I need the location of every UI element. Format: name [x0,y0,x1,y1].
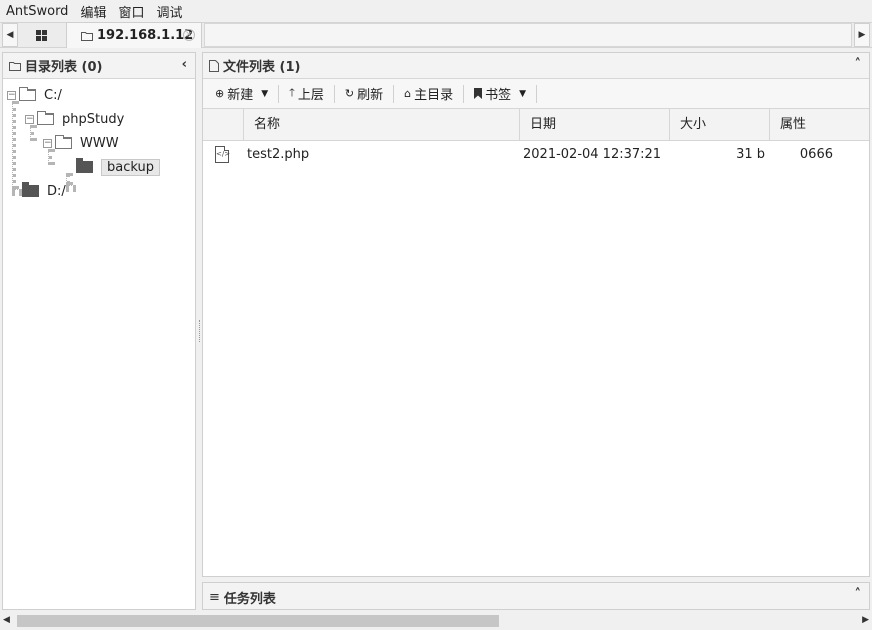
file-list-panel-header: 文件列表 (1) ˄ [203,53,869,79]
task-list-panel: ≡ 任务列表 ˄ [202,582,870,610]
home-button[interactable]: ⌂ 主目录 [396,83,461,105]
list-icon: ≡ [209,589,220,605]
tree-line [66,173,70,185]
tree-node-phpstudy[interactable]: − phpStudy [25,109,124,129]
folder-outline-icon [9,61,21,71]
refresh-icon: ↻ [344,87,355,100]
tree-node-label: phpStudy [62,111,125,127]
menu-edit[interactable]: 编辑 [80,2,106,21]
file-outline-icon [209,59,219,72]
tree-node-label: C:/ [44,87,62,103]
scroll-right-icon[interactable]: ▶ [862,615,869,625]
menu-antsword[interactable]: AntSword [6,4,68,19]
file-grid-header: 名称 日期 大小 属性 [203,109,869,141]
tab-label: 192.168.1.12 [97,28,194,43]
scroll-left-icon[interactable]: ◀ [3,615,10,625]
column-header-name[interactable]: 名称 [243,109,519,140]
directory-panel: 目录列表 (0) ‹ − C:/ − phpStudy − WWW backup [2,52,196,610]
tab-shell-session[interactable]: 192.168.1.12 × [66,22,202,48]
table-row[interactable]: </> test2.php 2021-02-04 12:37:21 31 b 0… [203,141,869,169]
toolbar-divider [333,84,335,103]
toolbar-divider [536,84,538,103]
folder-open-icon [37,111,54,125]
bookmark-button-label: 书签 [485,88,512,103]
folder-outline-icon [81,31,93,41]
tab-strip-empty [204,23,852,47]
collapse-icon[interactable]: − [43,138,52,148]
tree-node-c-drive[interactable]: − C:/ [7,85,62,105]
directory-tree: − C:/ − phpStudy − WWW backup D:/ [3,79,195,609]
tree-node-label: WWW [80,135,119,151]
folder-closed-icon [22,182,39,197]
tab-home[interactable] [20,23,62,47]
php-file-icon: </> [215,146,230,163]
horizontal-scrollbar[interactable]: ◀ ▶ [0,612,872,630]
tree-node-backup[interactable]: backup [76,157,160,177]
plus-circle-icon: ⊕ [215,87,225,100]
toolbar-divider [463,84,465,103]
arrow-up-icon: 🡑 [289,86,295,99]
caret-down-icon: ▼ [519,88,527,99]
chevron-up-icon[interactable]: ˄ [855,57,862,72]
folder-open-icon [55,135,72,149]
column-header-date[interactable]: 日期 [519,109,669,140]
chevron-left-icon[interactable]: ‹ [182,57,187,72]
file-name-cell: test2.php [247,147,310,162]
toolbar-divider [278,84,280,103]
grid-icon [35,29,47,41]
caret-down-icon: ▼ [261,88,269,99]
toolbar-divider [393,84,395,103]
directory-panel-title: 目录列表 (0) [25,60,103,75]
file-attr-cell: 0666 [799,147,833,162]
column-header-attr[interactable]: 属性 [769,109,869,140]
tab-scroll-left-icon[interactable]: ◀ [2,23,18,47]
tree-node-label: backup [101,158,160,176]
chevron-up-icon[interactable]: ˄ [855,587,862,602]
tree-node-label: D:/ [47,183,66,199]
up-level-button[interactable]: 🡑 上层 [281,83,332,105]
bookmark-icon [474,88,483,99]
scrollbar-thumb[interactable] [17,615,499,627]
tab-bar: ◀ 192.168.1.12 × ▶ [0,22,872,48]
new-button[interactable]: ⊕ 新建 ▼ [207,83,276,105]
directory-panel-header: 目录列表 (0) ‹ [3,53,195,79]
file-list-panel-title: 文件列表 (1) [223,60,301,75]
collapse-icon[interactable]: − [7,90,16,100]
refresh-button[interactable]: ↻ 刷新 [337,83,391,105]
tree-line [12,189,22,193]
tree-node-www[interactable]: − WWW [43,133,119,153]
folder-open-icon [19,87,36,101]
file-list-panel: 文件列表 (1) ˄ ⊕ 新建 ▼ 🡑 上层 ↻ 刷新 ⌂ 主目录 书签 ▼ 名… [202,52,870,577]
home-button-label: 主目录 [414,88,454,103]
task-list-panel-title: 任务列表 [223,591,276,607]
new-button-label: 新建 [227,88,254,103]
menu-window[interactable]: 窗口 [118,2,144,21]
refresh-button-label: 刷新 [357,88,384,103]
file-size-cell: 31 b [736,147,765,162]
menu-bar: AntSword 编辑 窗口 调试 [0,0,872,22]
tree-node-d-drive[interactable]: D:/ [22,181,66,201]
tree-line [66,185,76,189]
folder-closed-icon [76,158,93,173]
collapse-icon[interactable]: − [25,114,34,124]
tree-line [12,101,16,189]
splitter-grip[interactable] [199,320,200,342]
column-header-size[interactable]: 大小 [669,109,769,140]
menu-debug[interactable]: 调试 [156,2,182,21]
task-list-panel-header[interactable]: ≡ 任务列表 ˄ [203,583,869,611]
up-level-button-label: 上层 [297,88,324,103]
tab-scroll-right-icon[interactable]: ▶ [854,23,870,47]
file-toolbar: ⊕ 新建 ▼ 🡑 上层 ↻ 刷新 ⌂ 主目录 书签 ▼ [203,79,869,109]
close-icon[interactable]: × [183,29,195,41]
file-date-cell: 2021-02-04 12:37:21 [523,147,662,162]
bookmark-button[interactable]: 书签 ▼ [466,83,534,105]
home-icon: ⌂ [404,87,412,100]
